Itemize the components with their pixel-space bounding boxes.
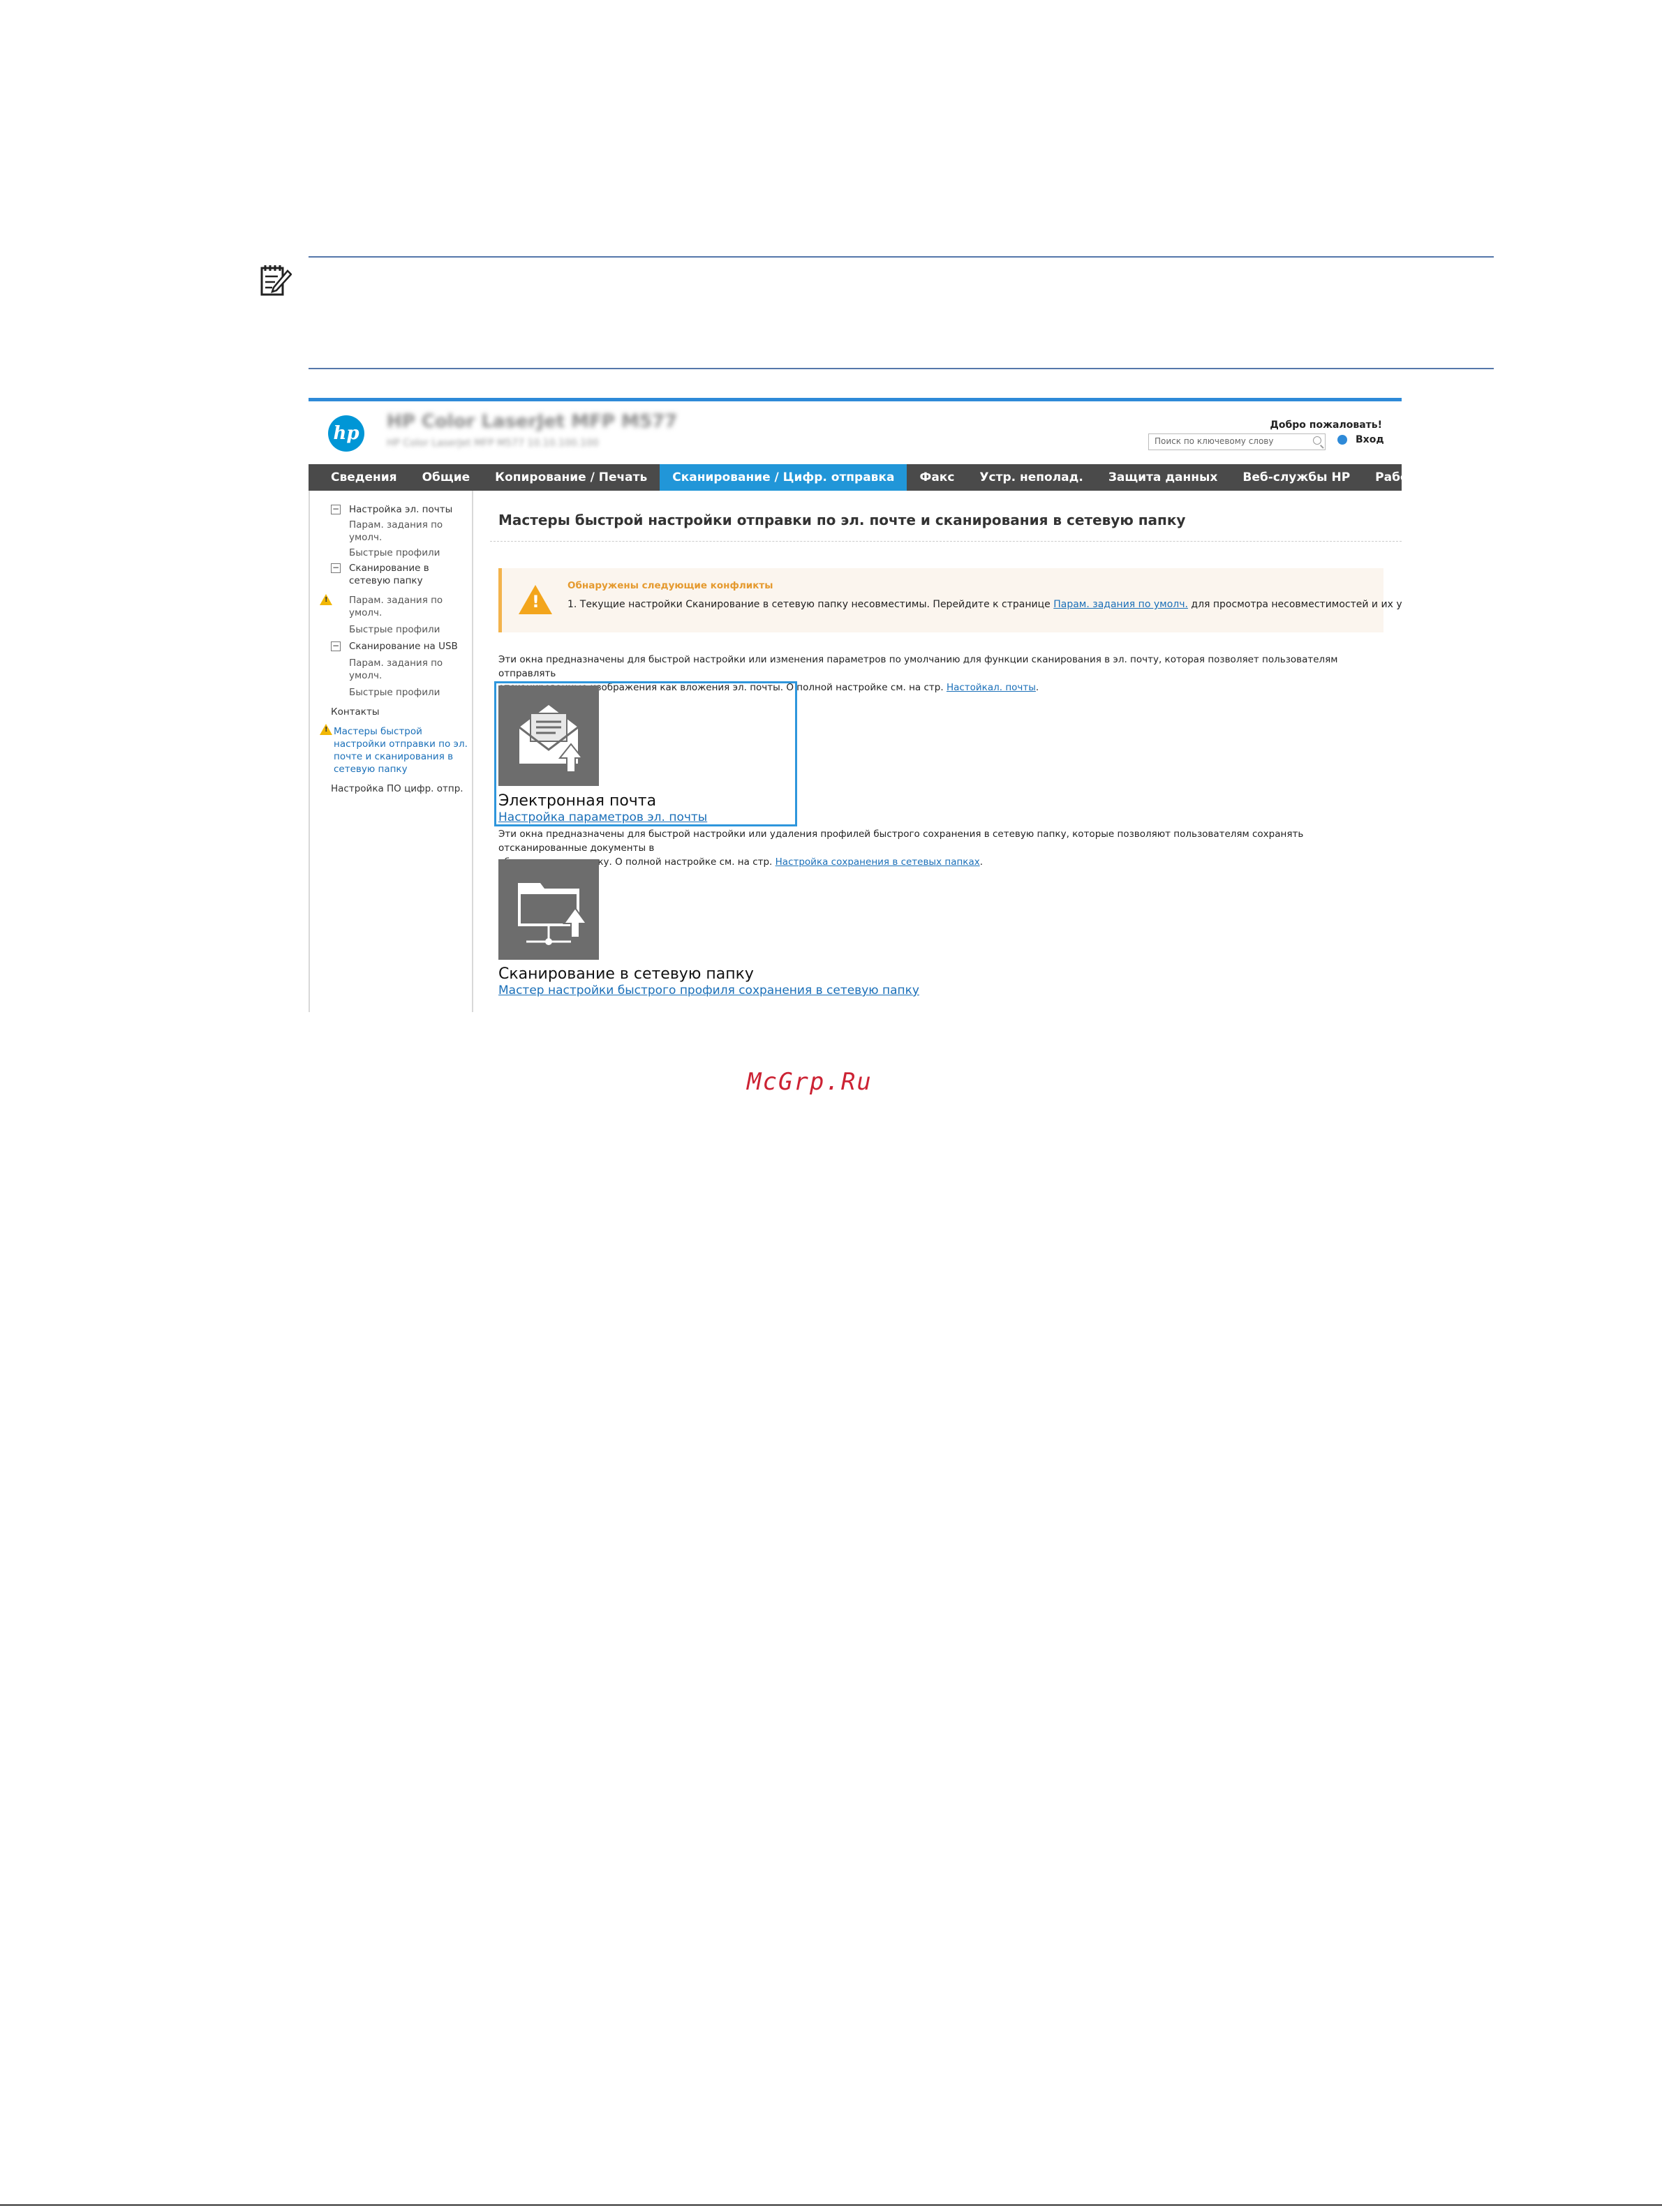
tab-fax[interactable]: Факс <box>907 464 967 491</box>
tab-troubleshooting[interactable]: Устр. неполад. <box>967 464 1095 491</box>
search-placeholder: Поиск по ключевому слову <box>1155 436 1274 446</box>
email-setup-link[interactable]: Настойкал. почты <box>947 682 1036 693</box>
search-icon[interactable] <box>1313 436 1321 445</box>
note-rule-top <box>309 256 1494 258</box>
tab-info[interactable]: Сведения <box>309 464 410 491</box>
sidebar-item-digital-send[interactable]: Настройка ПО цифр. отпр. <box>331 782 463 795</box>
warning-icon <box>320 724 332 735</box>
sidebar-item-usb-quick[interactable]: Быстрые профили <box>349 686 440 699</box>
warning-icon <box>519 585 552 614</box>
product-title: HP Color LaserJet MFP M577 <box>387 411 678 432</box>
ews-header: hp HP Color LaserJet MFP M577 HP Color L… <box>309 401 1402 464</box>
sidebar-item-email-setup[interactable]: Настройка эл. почты <box>349 503 452 516</box>
tab-scan-digital-send[interactable]: Сканирование / Цифр. отправка <box>660 464 907 491</box>
watermark: McGrp.Ru <box>747 1068 873 1096</box>
collapse-icon[interactable]: − <box>331 505 341 514</box>
sidebar-item-wizards-cont-3[interactable]: сетевую папку <box>334 763 408 775</box>
note-icon <box>260 265 292 296</box>
folder-setup-link[interactable]: Настройка сохранения в сетевых папках <box>776 856 980 868</box>
email-intro-line1: Эти окна предназначены для быстрой настр… <box>498 654 1338 679</box>
folder-tile[interactable] <box>498 859 599 960</box>
tab-hp-web-services[interactable]: Веб-службы HP <box>1230 464 1363 491</box>
alert-defaults-link[interactable]: Парам. задания по умолч. <box>1053 599 1188 610</box>
signin-icon[interactable] <box>1337 435 1347 445</box>
alert-text-end: для просмотра несовместимостей и их устр… <box>1191 599 1402 610</box>
folder-intro-line2: общую сетевую папку. О полной настройке … <box>498 856 984 868</box>
sidebar: − Настройка эл. почты Парам. задания по … <box>309 491 473 1012</box>
tab-security[interactable]: Защита данных <box>1096 464 1231 491</box>
alert-item: 1. Текущие настройки Сканирование в сете… <box>567 599 1402 610</box>
folder-intro: Эти окна предназначены для быстрой настр… <box>498 827 1392 869</box>
collapse-icon[interactable]: − <box>331 563 341 573</box>
sidebar-item-usb-defaults-cont[interactable]: умолч. <box>349 669 382 682</box>
network-folder-icon <box>518 883 588 945</box>
sidebar-item-folder-defaults-cont[interactable]: умолч. <box>349 607 382 619</box>
folder-tile-title: Сканирование в сетевую папку <box>498 965 754 983</box>
top-nav: Сведения Общие Копирование / Печать Скан… <box>309 464 1402 491</box>
conflict-alert: Обнаружены следующие конфликты 1. Текущи… <box>498 568 1402 632</box>
product-subtitle: HP Color LaserJet MFP M577 10.10.100.100 <box>387 438 599 449</box>
page-footer-line <box>0 2204 1662 2206</box>
sidebar-item-wizards-cont-1[interactable]: настройки отправки по эл. <box>334 738 468 750</box>
welcome-text: Добро пожаловать! <box>1270 420 1382 431</box>
sidebar-item-folder-quick[interactable]: Быстрые профили <box>349 623 440 636</box>
main-content: Мастеры быстрой настройки отправки по эл… <box>490 491 1402 1012</box>
page-title: Мастеры быстрой настройки отправки по эл… <box>498 512 1186 528</box>
sidebar-item-folder-defaults[interactable]: Парам. задания по <box>349 594 443 607</box>
title-divider <box>490 541 1402 542</box>
tab-networking[interactable]: Работа в сети <box>1363 464 1402 491</box>
sidebar-item-folder-scan-cont[interactable]: сетевую папку <box>349 574 423 587</box>
folder-wizard-link[interactable]: Мастер настройки быстрого профиля сохран… <box>498 983 919 997</box>
ews-screenshot: hp HP Color LaserJet MFP M577 HP Color L… <box>309 398 1402 1012</box>
sidebar-item-folder-scan[interactable]: Сканирование в <box>349 562 429 574</box>
email-tile-title: Электронная почта <box>498 792 657 810</box>
collapse-icon[interactable]: − <box>331 641 341 651</box>
sidebar-item-usb-scan[interactable]: Сканирование на USB <box>349 640 458 653</box>
search-input[interactable]: Поиск по ключевому слову <box>1148 433 1326 450</box>
sidebar-item-email-quick[interactable]: Быстрые профили <box>349 547 440 559</box>
sidebar-item-usb-defaults[interactable]: Парам. задания по <box>349 657 443 669</box>
sidebar-item-wizards-cont-2[interactable]: почте и сканирования в <box>334 750 453 763</box>
sidebar-item-contacts[interactable]: Контакты <box>331 706 379 718</box>
alert-text: 1. Текущие настройки Сканирование в сете… <box>567 599 1054 610</box>
tab-copy-print[interactable]: Копирование / Печать <box>482 464 660 491</box>
email-settings-link[interactable]: Настройка параметров эл. почты <box>498 810 707 824</box>
email-tile[interactable] <box>498 685 599 786</box>
sidebar-item-email-defaults[interactable]: Парам. задания по <box>349 519 443 531</box>
note-rule-bottom <box>309 368 1494 369</box>
hp-logo[interactable]: hp <box>328 415 364 452</box>
sidebar-item-email-defaults-cont[interactable]: умолч. <box>349 531 382 544</box>
folder-intro-line1: Эти окна предназначены для быстрой настр… <box>498 829 1304 854</box>
email-envelope-icon <box>519 705 584 773</box>
signin-link[interactable]: Вход <box>1356 434 1384 445</box>
tab-general[interactable]: Общие <box>410 464 483 491</box>
warning-icon <box>320 594 332 605</box>
sidebar-item-wizards[interactable]: Мастеры быстрой <box>334 725 422 738</box>
alert-heading: Обнаружены следующие конфликты <box>567 580 773 591</box>
